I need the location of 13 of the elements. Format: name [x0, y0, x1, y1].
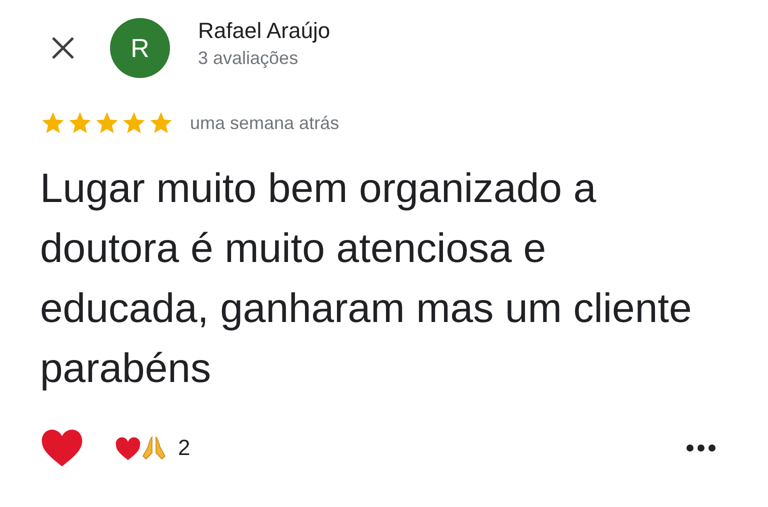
star-icon	[121, 110, 147, 136]
star-icon	[67, 110, 93, 136]
avatar[interactable]: R	[110, 18, 170, 78]
review-time: uma semana atrás	[190, 112, 340, 134]
review-count: 3 avaliações	[198, 48, 300, 69]
reaction-count: 2	[178, 435, 190, 461]
review-text: Lugar muito bem organizado a doutora é muito atenciosa e educada, ganharam mas um cliente parabéns	[40, 164, 693, 393]
star-icon	[40, 110, 66, 136]
more-icon	[686, 444, 716, 452]
reviewer-name[interactable]: Rafael Araújo	[198, 18, 330, 44]
star-icon	[94, 110, 120, 136]
star-icon	[148, 110, 174, 136]
close-icon	[51, 36, 75, 60]
